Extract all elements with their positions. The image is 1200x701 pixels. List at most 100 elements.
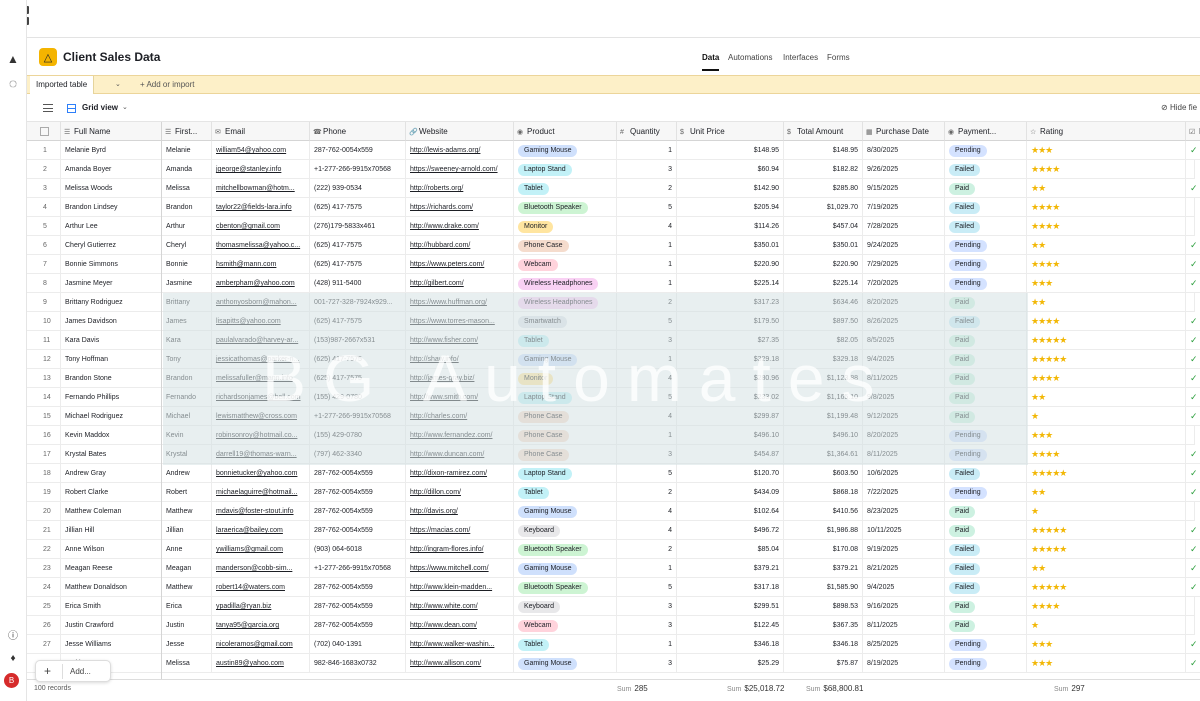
cell-first[interactable]: Andrew [162,464,212,483]
cell-first[interactable]: Anne [162,540,212,559]
cell-status[interactable]: Paid [945,521,1027,540]
cell-qty[interactable]: 1 [617,236,677,255]
cell-email[interactable]: austin89@yahoo.com [212,654,310,673]
table-row[interactable]: 2 Amanda Boyer Amanda jgeorge@stanley.info +… [27,160,1200,179]
follow-up-checkbox[interactable] [1186,217,1195,236]
cell-first[interactable]: Erica [162,597,212,616]
rating-stars[interactable]: ★★★★ [1027,198,1186,217]
cell-status[interactable]: Failed [945,160,1027,179]
cell-qty[interactable]: 4 [617,407,677,426]
cell-web[interactable]: http://davis.org/ [406,502,514,521]
cell-product[interactable]: Gaming Mouse [514,559,617,578]
rating-stars[interactable]: ★★ [1027,388,1186,407]
cell-qty[interactable]: 2 [617,483,677,502]
cell-first[interactable]: Jesse [162,635,212,654]
cell-email[interactable]: robinsonroy@hotmail.co... [212,426,310,445]
cell-product[interactable]: Monitor [514,369,617,388]
cell-first[interactable]: Tony [162,350,212,369]
total-amount-sum[interactable]: Sum $68,800.81 [806,684,863,693]
cell-unit[interactable]: $120.70 [677,464,784,483]
cell-total[interactable]: $285.80 [784,179,863,198]
cell-first[interactable]: Amanda [162,160,212,179]
cell-date[interactable]: 9/24/2025 [863,236,945,255]
cell-status[interactable]: Pending [945,426,1027,445]
cell-total[interactable]: $1,165.10 [784,388,863,407]
cell-unit[interactable]: $299.51 [677,597,784,616]
cell-name[interactable]: James Davidson [61,312,162,331]
column-header[interactable]: ◉ Product [514,122,617,141]
tab-interfaces[interactable]: Interfaces [783,53,818,62]
cell-name[interactable]: Robert Clarke [61,483,162,502]
cell-phone[interactable]: +1-277-266-9915x70568 [310,160,406,179]
cell-first[interactable]: Michael [162,407,212,426]
cell-phone[interactable]: +1-277-266-9915x70568 [310,407,406,426]
cell-web[interactable]: https://www.mitchell.com/ [406,559,514,578]
cell-unit[interactable]: $379.21 [677,559,784,578]
cell-web[interactable]: http://www.klein-madden... [406,578,514,597]
cell-email[interactable]: michaelaguirre@hotmail... [212,483,310,502]
cell-name[interactable]: Kara Davis [61,331,162,350]
table-row[interactable]: 14 Fernando Phillips Fernando richardsonjam… [27,388,1200,407]
cell-phone[interactable]: (797) 462-3340 [310,445,406,464]
select-all-checkbox[interactable] [27,122,61,141]
table-row[interactable]: 22 Anne Wilson Anne ywilliams@gmail.com (903… [27,540,1200,559]
rating-stars[interactable]: ★★ [1027,559,1186,578]
cell-total[interactable]: $1,199.48 [784,407,863,426]
follow-up-checkbox[interactable]: ✓ [1186,521,1200,540]
cell-email[interactable]: richardsonjames@bell.com [212,388,310,407]
cell-unit[interactable]: $25.29 [677,654,784,673]
cell-total[interactable]: $1,123.88 [784,369,863,388]
cell-total[interactable]: $182.82 [784,160,863,179]
follow-up-checkbox[interactable] [1186,616,1195,635]
cell-qty[interactable]: 4 [617,217,677,236]
cell-status[interactable]: Failed [945,578,1027,597]
cell-phone[interactable]: (153)987-2667x531 [310,331,406,350]
cell-name[interactable]: Meagan Reese [61,559,162,578]
follow-up-checkbox[interactable]: ✓ [1186,141,1200,160]
cell-email[interactable]: darrell19@thomas-warn... [212,445,310,464]
cell-total[interactable]: $148.95 [784,141,863,160]
cell-web[interactable]: https://www.huffman.org/ [406,293,514,312]
help-icon[interactable]: ⓘ [5,626,21,642]
cell-product[interactable]: Tablet [514,331,617,350]
cell-name[interactable]: Tony Hoffman [61,350,162,369]
cell-email[interactable]: cbenton@gmail.com [212,217,310,236]
cell-unit[interactable]: $102.64 [677,502,784,521]
cell-date[interactable]: 9/4/2025 [863,578,945,597]
cell-product[interactable]: Webcam [514,255,617,274]
cell-phone[interactable]: 001-727-328-7924x929... [310,293,406,312]
table-row[interactable]: 27 Jesse Williams Jesse nicoleramos@gmail.c… [27,635,1200,654]
cell-status[interactable]: Paid [945,369,1027,388]
cell-status[interactable]: Pending [945,255,1027,274]
cell-status[interactable]: Paid [945,388,1027,407]
cell-product[interactable]: Wireless Headphones [514,274,617,293]
cell-date[interactable]: 8/11/2025 [863,369,945,388]
rating-stars[interactable]: ★★★★ [1027,160,1186,179]
cell-date[interactable]: 8/25/2025 [863,635,945,654]
cell-web[interactable]: http://www.walker-washin... [406,635,514,654]
cell-total[interactable]: $603.50 [784,464,863,483]
table-row[interactable]: 12 Tony Hoffman Tony jessicathomas@parker-n… [27,350,1200,369]
cell-first[interactable]: Brandon [162,198,212,217]
cell-date[interactable]: 7/20/2025 [863,274,945,293]
table-row[interactable]: 16 Kevin Maddox Kevin robinsonroy@hotmail.c… [27,426,1200,445]
cell-qty[interactable]: 4 [617,502,677,521]
cell-name[interactable]: Justin Crawford [61,616,162,635]
cell-phone[interactable]: 287-762-0054x559 [310,464,406,483]
table-row[interactable]: 20 Matthew Coleman Matthew mdavis@foster-st… [27,502,1200,521]
cell-name[interactable]: Melanie Byrd [61,141,162,160]
cell-name[interactable]: Bonnie Simmons [61,255,162,274]
cell-phone[interactable]: (903) 064-6018 [310,540,406,559]
cell-email[interactable]: anthonyosborn@mahon... [212,293,310,312]
cell-phone[interactable]: 287-762-0054x559 [310,141,406,160]
cell-name[interactable]: Arthur Lee [61,217,162,236]
cell-unit[interactable]: $114.26 [677,217,784,236]
cell-status[interactable]: Failed [945,540,1027,559]
cell-name[interactable]: Jesse Williams [61,635,162,654]
rating-stars[interactable]: ★★ [1027,236,1186,255]
cell-unit[interactable]: $350.01 [677,236,784,255]
table-row[interactable]: 5 Arthur Lee Arthur cbenton@gmail.com (276)1… [27,217,1200,236]
column-header[interactable]: ☰ Full Name [61,122,162,141]
cell-first[interactable]: James [162,312,212,331]
cell-web[interactable]: http://www.smith.com/ [406,388,514,407]
